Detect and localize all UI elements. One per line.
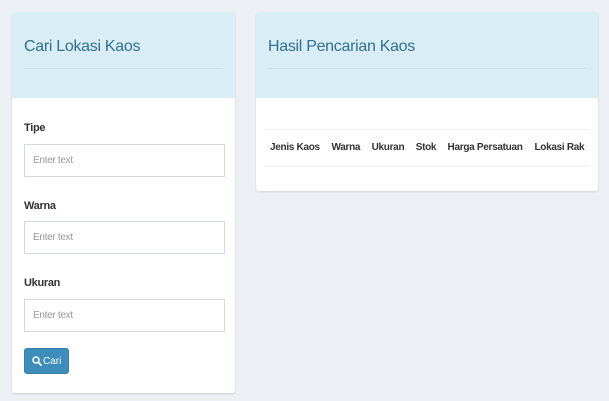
results-panel-header: Hasil Pencarian Kaos: [256, 12, 598, 98]
search-icon: [32, 356, 42, 366]
table-header-row: Jenis Kaos Warna Ukuran Stok Harga Persa…: [264, 129, 590, 167]
color-label: Warna: [24, 200, 56, 212]
search-button-label: Cari: [43, 355, 62, 367]
header-divider: [268, 68, 586, 69]
results-table: Jenis Kaos Warna Ukuran Stok Harga Persa…: [264, 129, 590, 167]
column-header-rack-location: Lokasi Rak: [528, 129, 590, 167]
column-header-type: Jenis Kaos: [264, 129, 326, 167]
search-panel-header: Cari Lokasi Kaos: [12, 12, 235, 98]
results-panel: Hasil Pencarian Kaos Jenis Kaos Warna Uk…: [256, 12, 598, 191]
results-panel-title: Hasil Pencarian Kaos: [268, 38, 415, 55]
search-panel: Cari Lokasi Kaos Tipe Warna Ukuran Cari: [12, 12, 235, 393]
size-label: Ukuran: [24, 277, 61, 289]
color-input[interactable]: [24, 221, 225, 254]
type-input[interactable]: [24, 144, 225, 177]
column-header-stock: Stok: [409, 129, 442, 167]
column-header-color: Warna: [325, 129, 366, 167]
type-label: Tipe: [24, 122, 46, 134]
column-header-size: Ukuran: [365, 129, 410, 167]
search-button[interactable]: Cari: [24, 348, 70, 374]
header-divider: [24, 68, 223, 69]
column-header-unit-price: Harga Persatuan: [441, 129, 529, 167]
size-input[interactable]: [24, 299, 225, 332]
search-panel-title: Cari Lokasi Kaos: [24, 38, 141, 55]
